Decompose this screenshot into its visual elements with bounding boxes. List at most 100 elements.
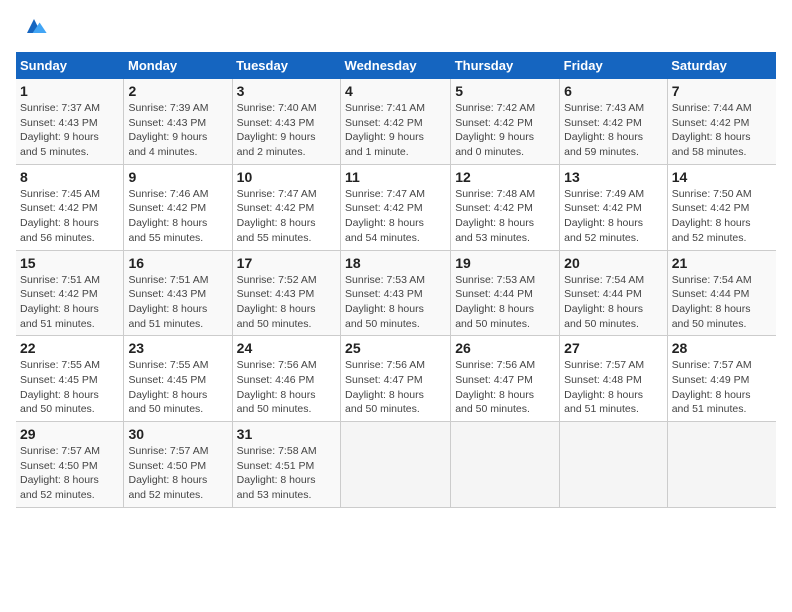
- week-row-4: 22 Sunrise: 7:55 AM Sunset: 4:45 PM Dayli…: [16, 336, 776, 422]
- week-row-2: 8 Sunrise: 7:45 AM Sunset: 4:42 PM Daylig…: [16, 164, 776, 250]
- day-cell: 28 Sunrise: 7:57 AM Sunset: 4:49 PM Dayli…: [667, 336, 776, 422]
- day-cell: 31 Sunrise: 7:58 AM Sunset: 4:51 PM Dayli…: [232, 422, 340, 508]
- day-number: 29: [20, 426, 119, 442]
- day-number: 24: [237, 340, 336, 356]
- day-cell: 5 Sunrise: 7:42 AM Sunset: 4:42 PM Daylig…: [451, 79, 560, 164]
- day-cell: 22 Sunrise: 7:55 AM Sunset: 4:45 PM Dayli…: [16, 336, 124, 422]
- day-cell: [341, 422, 451, 508]
- header-monday: Monday: [124, 52, 232, 79]
- calendar-table: SundayMondayTuesdayWednesdayThursdayFrid…: [16, 52, 776, 508]
- day-cell: 30 Sunrise: 7:57 AM Sunset: 4:50 PM Dayli…: [124, 422, 232, 508]
- day-number: 15: [20, 255, 119, 271]
- day-info: Sunrise: 7:57 AM Sunset: 4:49 PM Dayligh…: [672, 358, 772, 417]
- day-info: Sunrise: 7:56 AM Sunset: 4:46 PM Dayligh…: [237, 358, 336, 417]
- day-number: 14: [672, 169, 772, 185]
- day-number: 20: [564, 255, 663, 271]
- day-number: 9: [128, 169, 227, 185]
- day-info: Sunrise: 7:55 AM Sunset: 4:45 PM Dayligh…: [128, 358, 227, 417]
- day-number: 23: [128, 340, 227, 356]
- header-friday: Friday: [560, 52, 668, 79]
- day-cell: 15 Sunrise: 7:51 AM Sunset: 4:42 PM Dayli…: [16, 250, 124, 336]
- header-saturday: Saturday: [667, 52, 776, 79]
- day-number: 28: [672, 340, 772, 356]
- day-cell: 6Sunrise: 7:43 AM Sunset: 4:42 PM Daylig…: [560, 79, 668, 164]
- day-number: 1: [20, 83, 119, 99]
- day-cell: 27 Sunrise: 7:57 AM Sunset: 4:48 PM Dayli…: [560, 336, 668, 422]
- logo-icon: [20, 12, 48, 40]
- day-number: 3: [237, 83, 336, 99]
- week-row-5: 29 Sunrise: 7:57 AM Sunset: 4:50 PM Dayli…: [16, 422, 776, 508]
- day-info: Sunrise: 7:39 AM Sunset: 4:43 PM Dayligh…: [128, 101, 227, 160]
- day-info: Sunrise: 7:48 AM Sunset: 4:42 PM Dayligh…: [455, 187, 555, 246]
- day-cell: 12 Sunrise: 7:48 AM Sunset: 4:42 PM Dayli…: [451, 164, 560, 250]
- day-number: 7: [672, 83, 772, 99]
- day-number: 21: [672, 255, 772, 271]
- day-number: 4: [345, 83, 446, 99]
- day-info: Sunrise: 7:57 AM Sunset: 4:48 PM Dayligh…: [564, 358, 663, 417]
- day-info: Sunrise: 7:55 AM Sunset: 4:45 PM Dayligh…: [20, 358, 119, 417]
- day-number: 2: [128, 83, 227, 99]
- day-info: Sunrise: 7:45 AM Sunset: 4:42 PM Dayligh…: [20, 187, 119, 246]
- day-number: 27: [564, 340, 663, 356]
- day-number: 13: [564, 169, 663, 185]
- day-cell: 14Sunrise: 7:50 AM Sunset: 4:42 PM Dayli…: [667, 164, 776, 250]
- day-number: 8: [20, 169, 119, 185]
- day-info: Sunrise: 7:57 AM Sunset: 4:50 PM Dayligh…: [128, 444, 227, 503]
- day-info: Sunrise: 7:58 AM Sunset: 4:51 PM Dayligh…: [237, 444, 336, 503]
- day-cell: 10 Sunrise: 7:47 AM Sunset: 4:42 PM Dayli…: [232, 164, 340, 250]
- day-cell: [667, 422, 776, 508]
- day-info: Sunrise: 7:42 AM Sunset: 4:42 PM Dayligh…: [455, 101, 555, 160]
- day-number: 25: [345, 340, 446, 356]
- day-number: 11: [345, 169, 446, 185]
- day-number: 26: [455, 340, 555, 356]
- day-info: Sunrise: 7:46 AM Sunset: 4:42 PM Dayligh…: [128, 187, 227, 246]
- day-info: Sunrise: 7:56 AM Sunset: 4:47 PM Dayligh…: [455, 358, 555, 417]
- day-number: 30: [128, 426, 227, 442]
- day-info: Sunrise: 7:49 AM Sunset: 4:42 PM Dayligh…: [564, 187, 663, 246]
- day-info: Sunrise: 7:44 AM Sunset: 4:42 PM Dayligh…: [672, 101, 772, 160]
- day-number: 12: [455, 169, 555, 185]
- day-cell: 16Sunrise: 7:51 AM Sunset: 4:43 PM Dayli…: [124, 250, 232, 336]
- day-cell: [560, 422, 668, 508]
- day-cell: 29 Sunrise: 7:57 AM Sunset: 4:50 PM Dayli…: [16, 422, 124, 508]
- day-info: Sunrise: 7:53 AM Sunset: 4:43 PM Dayligh…: [345, 273, 446, 332]
- day-cell: 20 Sunrise: 7:54 AM Sunset: 4:44 PM Dayli…: [560, 250, 668, 336]
- page-header: [16, 16, 776, 40]
- day-cell: 24 Sunrise: 7:56 AM Sunset: 4:46 PM Dayli…: [232, 336, 340, 422]
- day-info: Sunrise: 7:51 AM Sunset: 4:43 PM Dayligh…: [128, 273, 227, 332]
- day-info: Sunrise: 7:47 AM Sunset: 4:42 PM Dayligh…: [237, 187, 336, 246]
- day-number: 22: [20, 340, 119, 356]
- day-number: 31: [237, 426, 336, 442]
- day-cell: 7 Sunrise: 7:44 AM Sunset: 4:42 PM Daylig…: [667, 79, 776, 164]
- day-info: Sunrise: 7:53 AM Sunset: 4:44 PM Dayligh…: [455, 273, 555, 332]
- day-info: Sunrise: 7:43 AM Sunset: 4:42 PM Dayligh…: [564, 101, 663, 160]
- day-info: Sunrise: 7:40 AM Sunset: 4:43 PM Dayligh…: [237, 101, 336, 160]
- header-tuesday: Tuesday: [232, 52, 340, 79]
- day-cell: 3 Sunrise: 7:40 AM Sunset: 4:43 PM Daylig…: [232, 79, 340, 164]
- day-number: 17: [237, 255, 336, 271]
- day-cell: [451, 422, 560, 508]
- day-info: Sunrise: 7:47 AM Sunset: 4:42 PM Dayligh…: [345, 187, 446, 246]
- day-info: Sunrise: 7:37 AM Sunset: 4:43 PM Dayligh…: [20, 101, 119, 160]
- day-info: Sunrise: 7:41 AM Sunset: 4:42 PM Dayligh…: [345, 101, 446, 160]
- day-number: 18: [345, 255, 446, 271]
- day-cell: 9 Sunrise: 7:46 AM Sunset: 4:42 PM Daylig…: [124, 164, 232, 250]
- day-number: 5: [455, 83, 555, 99]
- header-wednesday: Wednesday: [341, 52, 451, 79]
- day-cell: 8 Sunrise: 7:45 AM Sunset: 4:42 PM Daylig…: [16, 164, 124, 250]
- header-sunday: Sunday: [16, 52, 124, 79]
- day-info: Sunrise: 7:54 AM Sunset: 4:44 PM Dayligh…: [672, 273, 772, 332]
- day-info: Sunrise: 7:51 AM Sunset: 4:42 PM Dayligh…: [20, 273, 119, 332]
- week-row-3: 15 Sunrise: 7:51 AM Sunset: 4:42 PM Dayli…: [16, 250, 776, 336]
- day-number: 10: [237, 169, 336, 185]
- day-cell: 1 Sunrise: 7:37 AM Sunset: 4:43 PM Daylig…: [16, 79, 124, 164]
- day-cell: 17Sunrise: 7:52 AM Sunset: 4:43 PM Dayli…: [232, 250, 340, 336]
- day-info: Sunrise: 7:56 AM Sunset: 4:47 PM Dayligh…: [345, 358, 446, 417]
- calendar-header: SundayMondayTuesdayWednesdayThursdayFrid…: [16, 52, 776, 79]
- day-cell: 25 Sunrise: 7:56 AM Sunset: 4:47 PM Dayli…: [341, 336, 451, 422]
- day-info: Sunrise: 7:57 AM Sunset: 4:50 PM Dayligh…: [20, 444, 119, 503]
- day-info: Sunrise: 7:54 AM Sunset: 4:44 PM Dayligh…: [564, 273, 663, 332]
- day-cell: 2 Sunrise: 7:39 AM Sunset: 4:43 PM Daylig…: [124, 79, 232, 164]
- week-row-1: 1 Sunrise: 7:37 AM Sunset: 4:43 PM Daylig…: [16, 79, 776, 164]
- day-cell: 18 Sunrise: 7:53 AM Sunset: 4:43 PM Dayli…: [341, 250, 451, 336]
